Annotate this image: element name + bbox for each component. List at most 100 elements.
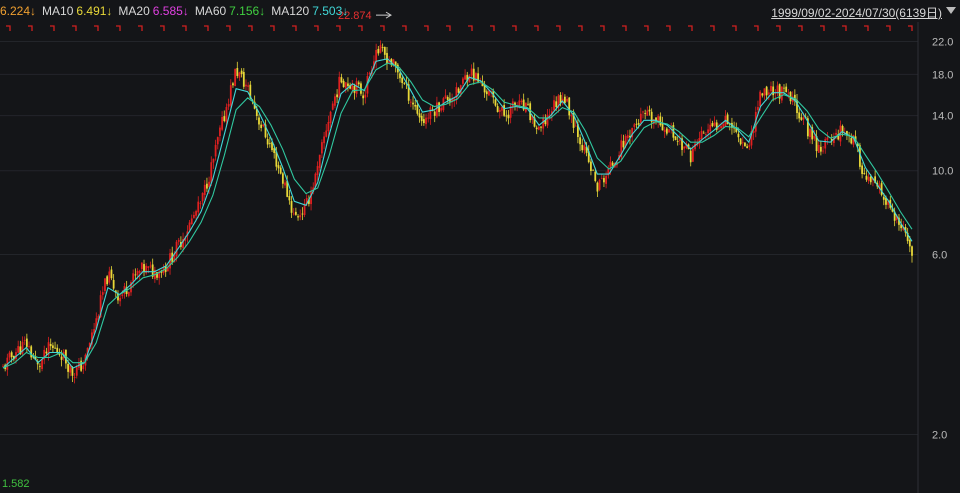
- candle-body: [835, 132, 837, 135]
- candle-body: [776, 85, 779, 93]
- candle-body: [563, 96, 566, 104]
- candle-body: [678, 139, 681, 141]
- event-marker: [864, 25, 869, 31]
- ma-indicator: 6.224↓: [0, 4, 36, 18]
- candle-body: [258, 117, 260, 125]
- candle-body: [663, 129, 666, 132]
- candle-body: [718, 127, 720, 129]
- candle-body: [195, 211, 197, 216]
- ma-indicator: MA60 7.156↓: [195, 4, 265, 18]
- triangle-down-icon[interactable]: [944, 3, 958, 17]
- candle-body: [277, 165, 280, 169]
- candle-body: [216, 137, 219, 145]
- candle-body: [364, 94, 367, 98]
- candle-body: [785, 86, 788, 93]
- candle-body: [17, 346, 20, 353]
- event-marker: [776, 25, 781, 31]
- candle-body: [850, 138, 853, 144]
- candle-body: [383, 47, 386, 55]
- candle-body: [865, 175, 868, 180]
- candle-body: [201, 192, 204, 202]
- candle-body: [45, 351, 48, 354]
- stock-chart[interactable]: 22.018.014.010.06.02.0 22.874 1.582: [0, 0, 960, 493]
- candle-body: [292, 213, 295, 215]
- candle-body: [444, 95, 447, 99]
- candle-body: [783, 87, 785, 89]
- candle-body: [41, 359, 43, 370]
- candle-body: [540, 126, 542, 128]
- candle-body: [761, 93, 764, 96]
- candle-body: [622, 140, 625, 148]
- candle-body: [596, 182, 599, 192]
- candle-body: [772, 86, 775, 96]
- candle-body: [813, 135, 816, 139]
- event-marker: [578, 25, 583, 31]
- candle-body: [570, 114, 573, 117]
- ma-line-b: [2, 62, 913, 369]
- candle-body: [69, 365, 72, 373]
- candle-body: [347, 83, 349, 87]
- candle-body: [329, 111, 332, 124]
- candle-body: [138, 271, 141, 273]
- candle-body: [234, 68, 237, 87]
- candle-body: [242, 72, 245, 87]
- candle-body: [422, 119, 425, 124]
- candle-body: [503, 105, 506, 116]
- candle-body: [294, 211, 297, 215]
- candle-body: [822, 150, 824, 152]
- candle-body: [110, 269, 113, 279]
- candle-body: [537, 126, 540, 130]
- candle-body: [817, 144, 820, 153]
- candle-body: [802, 117, 805, 120]
- event-marker: [160, 25, 165, 31]
- candle-body: [574, 125, 577, 127]
- candle-body: [553, 100, 555, 111]
- candle-body: [262, 124, 265, 127]
- candle-body: [819, 146, 822, 152]
- candle-body: [327, 122, 330, 132]
- candle-body: [798, 112, 801, 119]
- candle-body: [177, 239, 180, 242]
- candle-body: [494, 99, 497, 106]
- candle-body: [757, 107, 759, 110]
- candle-body: [709, 124, 712, 132]
- candle-body: [342, 80, 345, 88]
- candle-body: [462, 78, 464, 84]
- y-tick-label: 14.0: [932, 111, 953, 123]
- candle-body: [82, 365, 85, 370]
- candle-body: [414, 104, 417, 107]
- candle-body: [633, 124, 636, 127]
- event-marker: [204, 25, 209, 31]
- candle-body: [225, 107, 228, 122]
- candle-body: [188, 222, 191, 231]
- candle-body: [594, 171, 597, 182]
- candle-body: [661, 123, 664, 131]
- date-range[interactable]: 1999/09/02-2024/07/30(6139日): [771, 4, 942, 21]
- candle-body: [344, 82, 347, 89]
- candle-body: [338, 76, 341, 99]
- candle-body: [880, 183, 883, 195]
- candle-body: [140, 262, 143, 270]
- candle-body: [555, 101, 558, 108]
- event-marker: [314, 25, 319, 31]
- event-marker: [424, 25, 429, 31]
- candle-body: [427, 117, 430, 119]
- candle-body: [668, 129, 670, 133]
- candle-body: [425, 117, 427, 125]
- candle-body: [683, 146, 686, 149]
- candle-body: [268, 142, 271, 144]
- candle-body: [106, 276, 109, 285]
- candle-body: [23, 340, 26, 342]
- candle-body: [51, 345, 54, 348]
- candle-body: [38, 366, 41, 368]
- candle-body: [869, 176, 872, 183]
- candle-body: [780, 86, 783, 101]
- candle-body: [590, 161, 592, 171]
- candle-body: [247, 85, 250, 87]
- candle-body: [290, 201, 293, 213]
- event-marker: [72, 25, 77, 31]
- candle-body: [54, 347, 56, 349]
- candle-body: [288, 196, 291, 201]
- candle-body: [908, 239, 911, 247]
- candle-body: [642, 111, 644, 113]
